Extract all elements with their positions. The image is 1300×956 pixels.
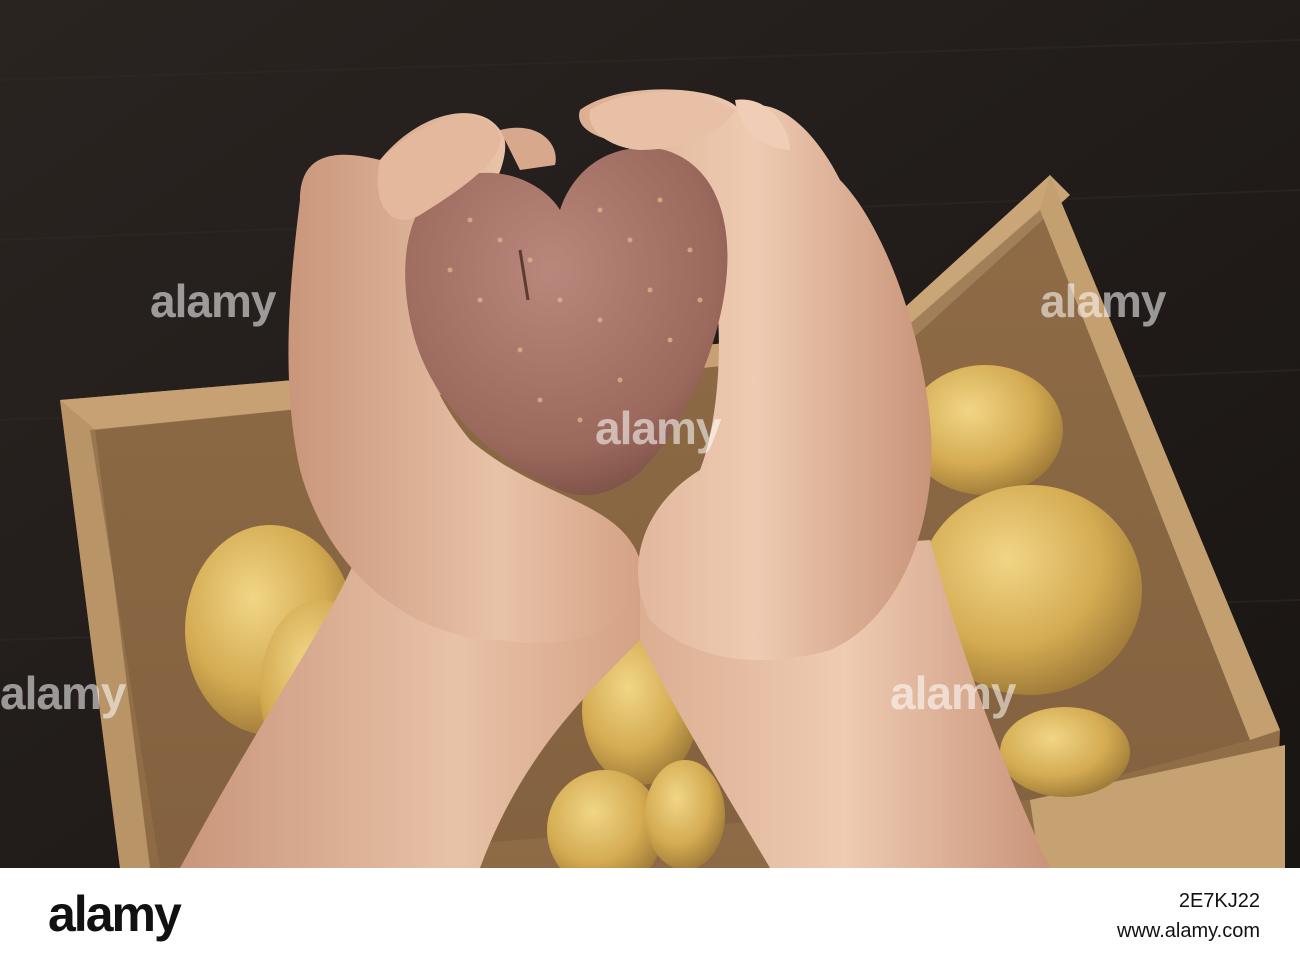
site-url: www.alamy.com [1117,920,1260,942]
stock-footer: alamy 2E7KJ22 www.alamy.com [0,868,1300,956]
image-id: 2E7KJ22 [1178,890,1260,912]
watermark-text: alamy [0,667,126,719]
watermark-text: alamy [890,667,1016,719]
watermark-text: alamy [595,402,721,454]
stock-photo: alamy alamy alamy alamy alamy alamy 2E7K… [0,0,1300,956]
watermark-text: alamy [1040,275,1166,327]
alamy-logo: alamy [48,886,182,942]
watermark-text: alamy [150,275,276,327]
